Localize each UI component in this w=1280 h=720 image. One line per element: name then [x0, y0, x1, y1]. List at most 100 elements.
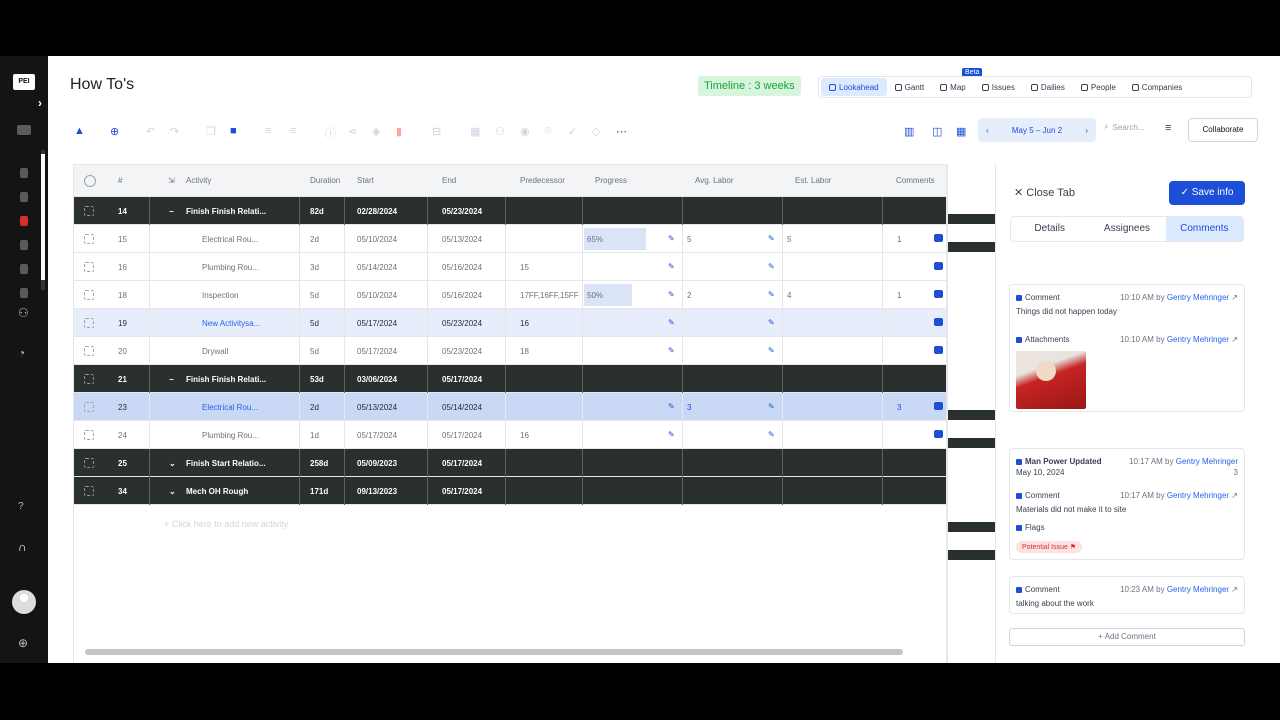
edit-icon[interactable]: ✎: [768, 318, 775, 327]
edit-icon[interactable]: ✎: [668, 402, 675, 411]
edit-icon[interactable]: ✎: [768, 430, 775, 439]
cell-start[interactable]: 05/10/2024: [357, 235, 397, 244]
cell-start[interactable]: 05/09/2023: [357, 459, 397, 468]
table-row[interactable]: 19 New Activitysa... 5d 05/17/2024 05/23/202…: [74, 309, 946, 337]
user-link[interactable]: Gentry Mehringer: [1167, 585, 1229, 594]
view-gantt[interactable]: Gantt: [887, 78, 933, 96]
activity-name[interactable]: Finish Finish Relati...: [186, 375, 266, 384]
select-all-checkbox[interactable]: [84, 175, 96, 187]
cell-start[interactable]: 02/28/2024: [357, 207, 397, 216]
user-link[interactable]: Gentry Mehringer: [1167, 491, 1229, 500]
table-row[interactable]: 20 Drywall 5d 05/17/2024 05/23/2024 18 ✎ ✎: [74, 337, 946, 365]
activity-name[interactable]: Electrical Rou...: [202, 403, 258, 412]
help-icon[interactable]: ?: [18, 501, 24, 512]
cell-end[interactable]: 05/17/2024: [442, 375, 482, 384]
header-est-labor[interactable]: Est. Labor: [795, 176, 831, 185]
attachment-photo[interactable]: [1016, 351, 1086, 409]
row-drag-handle[interactable]: [84, 262, 94, 272]
cell-start[interactable]: 05/17/2024: [357, 347, 397, 356]
cell-avg-labor[interactable]: 3: [687, 403, 691, 412]
folder-icon[interactable]: [20, 192, 28, 202]
comment-icon[interactable]: [934, 290, 943, 298]
activity-name[interactable]: Mech OH Rough: [186, 487, 248, 496]
view-companies[interactable]: Companies: [1124, 78, 1190, 96]
cell-duration[interactable]: 258d: [310, 459, 328, 468]
table-row[interactable]: 24 Plumbing Rou... 1d 05/17/2024 05/17/2024 1…: [74, 421, 946, 449]
fill-icon[interactable]: ◈: [372, 125, 380, 138]
save-info-button[interactable]: ✓ Save info: [1169, 181, 1245, 205]
table-row[interactable]: 21 − Finish Finish Relati... 53d 03/06/2024 0…: [74, 365, 946, 393]
cell-duration[interactable]: 1d: [310, 431, 319, 440]
more-icon[interactable]: ⋯: [616, 125, 627, 138]
add-comment-button[interactable]: + Add Comment: [1009, 628, 1245, 646]
activity-name[interactable]: Drywall: [202, 347, 228, 356]
cell-predecessor[interactable]: 15: [520, 263, 529, 272]
cell-end[interactable]: 05/13/2024: [442, 235, 482, 244]
link-icon[interactable]: ⊟: [432, 125, 441, 138]
table-row[interactable]: 18 Inspection 5d 05/10/2024 05/16/2024 17FF,1…: [74, 281, 946, 309]
close-tab-button[interactable]: ✕ Close Tab: [1014, 186, 1075, 199]
row-drag-handle[interactable]: [84, 346, 94, 356]
cell-end[interactable]: 05/17/2024: [442, 431, 482, 440]
tab-comments[interactable]: Comments: [1165, 217, 1243, 241]
undo-icon[interactable]: ↶: [146, 125, 155, 138]
columns-icon[interactable]: ▥: [904, 125, 914, 138]
edit-icon[interactable]: ✎: [668, 262, 675, 271]
cell-duration[interactable]: 5d: [310, 291, 319, 300]
row-drag-handle[interactable]: [84, 458, 94, 468]
row-drag-handle[interactable]: [84, 206, 94, 216]
view-issues[interactable]: Issues: [974, 78, 1023, 96]
outdent-icon[interactable]: ≡: [290, 125, 296, 137]
edit-icon[interactable]: ✎: [668, 430, 675, 439]
info-icon[interactable]: ⓘ: [325, 125, 336, 141]
cell-end[interactable]: 05/23/2024: [442, 347, 482, 356]
expand-rail-icon[interactable]: ›: [38, 96, 42, 110]
comment-icon[interactable]: [934, 346, 943, 354]
collapse-all-icon[interactable]: ⇲: [168, 176, 175, 185]
table-row[interactable]: 23 Electrical Rou... 2d 05/13/2024 05/14/202…: [74, 393, 946, 421]
cell-duration[interactable]: 5d: [310, 319, 319, 328]
row-drag-handle[interactable]: [84, 486, 94, 496]
collapse-icon[interactable]: −: [169, 207, 174, 216]
headset-icon[interactable]: ∩: [18, 540, 27, 554]
split-view-icon[interactable]: ◫: [932, 125, 942, 138]
location-icon[interactable]: ⌾: [545, 125, 552, 138]
user-link[interactable]: Gentry Mehringer: [1167, 335, 1229, 344]
share-icon[interactable]: ⋖: [348, 125, 357, 138]
row-drag-handle[interactable]: [84, 290, 94, 300]
date-range-picker[interactable]: ‹ May 5 – Jun 2 ›: [978, 118, 1096, 142]
cell-end[interactable]: 05/16/2024: [442, 263, 482, 272]
tab-assignees[interactable]: Assignees: [1088, 217, 1165, 241]
header-duration[interactable]: Duration: [310, 176, 340, 185]
cell-predecessor[interactable]: 18: [520, 347, 529, 356]
check-icon[interactable]: ✓: [568, 125, 577, 138]
collapse-icon[interactable]: ⌄: [169, 487, 176, 496]
edit-icon[interactable]: ✎: [768, 234, 775, 243]
cell-est-labor[interactable]: 5: [787, 235, 791, 244]
cell-duration[interactable]: 3d: [310, 263, 319, 272]
folder-icon[interactable]: [20, 240, 28, 250]
user-link[interactable]: Gentry Mehringer: [1167, 293, 1229, 302]
cell-avg-labor[interactable]: 2: [687, 291, 691, 300]
cell-comments[interactable]: 1: [897, 291, 901, 300]
cell-start[interactable]: 05/14/2024: [357, 263, 397, 272]
view-dailies[interactable]: Dailies: [1023, 78, 1073, 96]
calendar-view-icon[interactable]: ▦: [956, 125, 966, 138]
header-start[interactable]: Start: [357, 176, 374, 185]
row-drag-handle[interactable]: [84, 402, 94, 412]
filter-icon[interactable]: ≡: [1165, 122, 1171, 134]
activity-name[interactable]: New Activitysa...: [202, 319, 260, 328]
prev-range-icon[interactable]: ‹: [986, 126, 989, 135]
horizontal-scrollbar[interactable]: [85, 649, 903, 655]
avatar[interactable]: [12, 590, 36, 614]
cell-predecessor[interactable]: 17FF,16FF,15FF: [520, 291, 579, 300]
edit-icon[interactable]: ✎: [668, 290, 675, 299]
cell-progress[interactable]: 50%: [587, 291, 603, 300]
redo-icon[interactable]: ↷: [170, 125, 179, 138]
activity-name[interactable]: Finish Finish Relati...: [186, 207, 266, 216]
globe-icon[interactable]: ⊕: [18, 636, 28, 650]
folder-icon[interactable]: [20, 288, 28, 298]
people-icon[interactable]: ⚇: [18, 306, 29, 320]
comment-icon[interactable]: [934, 402, 943, 410]
table-row[interactable]: 14 − Finish Finish Relati... 82d 02/28/2024 0…: [74, 197, 946, 225]
